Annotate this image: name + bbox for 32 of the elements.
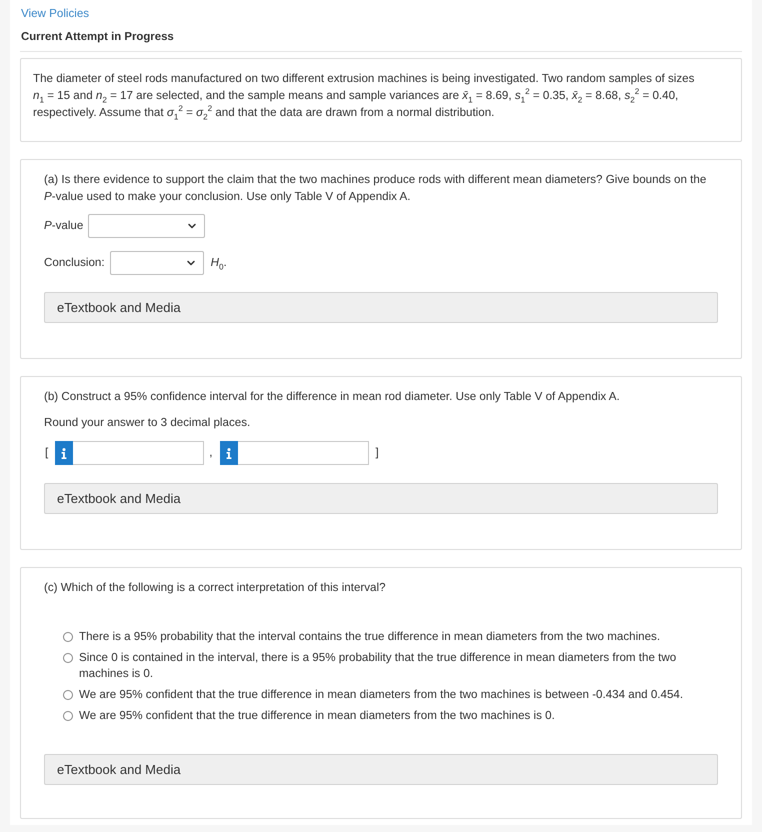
radio-button[interactable] [63, 690, 73, 700]
radio-button[interactable] [63, 710, 73, 720]
radio-button[interactable] [63, 652, 73, 662]
field-label: P-value [44, 218, 84, 234]
open-bracket: [ [45, 445, 48, 461]
info-button[interactable] [220, 441, 238, 465]
option-label: We are 95% confident that the true difference in mean diameters from the two machines is 0. [79, 708, 555, 724]
answer-input[interactable] [73, 441, 204, 465]
attempt-status: Current Attempt in Progress [21, 30, 174, 45]
etextbook-button[interactable]: eTextbook and Media [44, 754, 718, 784]
etextbook-button[interactable]: eTextbook and Media [44, 483, 718, 514]
option-label: Since 0 is contained in the interval, there is a 95% probability that the true difference in mean diameters from the two machines is 0. [79, 650, 678, 682]
etextbook-button[interactable]: eTextbook and Media [44, 292, 718, 323]
hypothesis-text: H$_{0}$. [210, 255, 227, 271]
comma-separator: , [209, 445, 212, 461]
dropdown-select[interactable] [88, 214, 206, 238]
question-text: (a) Is there evidence to support the claim that the two machines produce rods with different mean diameters? Give bounds on the P-value used to make your conclusion. Use only Table V of Appendix A. [44, 172, 708, 204]
close-bracket: ] [375, 445, 379, 461]
radio-button[interactable] [63, 632, 73, 642]
answer-input[interactable] [238, 441, 370, 465]
question-text: (c) Which of the following is a correct interpretation of this interval? [44, 580, 387, 596]
option-label: We are 95% confident that the true difference in mean diameters from the two machines is between -0.434 and 0.454. [79, 686, 684, 702]
dropdown-select[interactable] [110, 251, 204, 275]
option-label: There is a 95% probability that the interval contains the true difference in mean diameters from the two machines. [79, 628, 660, 644]
question-text: (b) Construct a 95% confidence interval for the difference in mean rod diameter. Use only Table V of Appendix A. [44, 389, 621, 405]
info-icon [226, 448, 232, 458]
view-policies-link[interactable]: View Policies [21, 6, 90, 22]
instruction-text: Round your answer to 3 decimal places. [44, 414, 252, 430]
info-button[interactable] [55, 441, 74, 465]
info-icon [61, 448, 68, 458]
problem-statement: The diameter of steel rods manufactured on two different extrusion machines is being investigated. Two random samples of sizes n$_{1}$ = 15 and n$_{2}$ = 17 are selected, and the sample means and sample variances are x̄$_{1}$ = 8.69, s$_{1}$$^{2}$ = 0.35, x̄$_{2}$ = 8.68, s$_{2}$$^{2}$ = 0.40, respectively. Assume that σ$_{1}$$^{2}$ = σ$_{2}$$^{2}$ and that the data are drawn from a normal distribution. [33, 71, 696, 121]
field-label: Conclusion: [44, 255, 105, 271]
